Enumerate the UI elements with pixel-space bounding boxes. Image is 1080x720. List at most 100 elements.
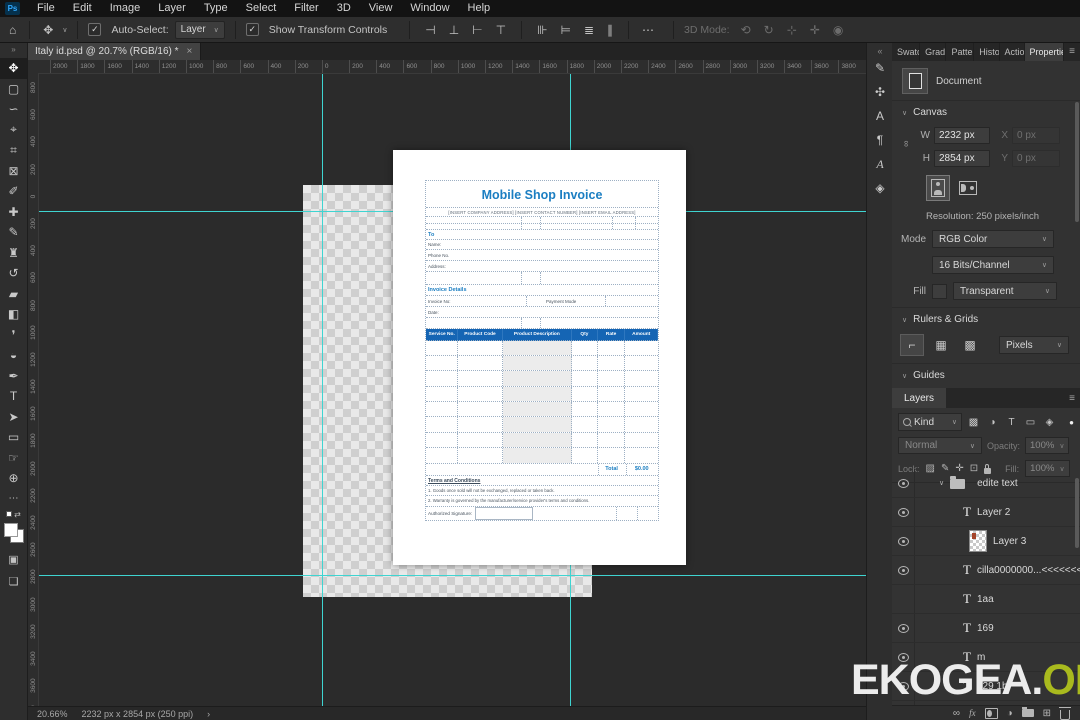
show-transform-checkbox[interactable]: ✓ xyxy=(245,23,259,36)
distribute-horizontal-icon[interactable]: ⊨ xyxy=(558,23,574,37)
align-left-edges-icon[interactable]: ⊣ xyxy=(422,23,438,37)
menu-item[interactable]: Help xyxy=(459,0,500,17)
align-top-edges-icon[interactable]: ⊤ xyxy=(493,23,509,37)
distribute-spacing-icon[interactable]: ∥ xyxy=(604,23,616,37)
layer-name[interactable]: Layer 3 xyxy=(993,536,1026,547)
link-layers-icon[interactable]: ∞ xyxy=(953,708,960,719)
object-selection-tool[interactable]: ⌖ xyxy=(0,120,27,141)
screen-mode-icon[interactable]: ❏ xyxy=(0,575,27,588)
swap-colors-icon[interactable]: ⇄ xyxy=(14,510,21,519)
rulers-toggle-icon[interactable]: ⌐ xyxy=(900,334,924,356)
eye-visibility-toggle[interactable] xyxy=(892,527,915,555)
panel-tab[interactable]: Patter xyxy=(946,42,975,61)
clone-stamp-tool[interactable]: ♜ xyxy=(0,243,27,264)
layer-row[interactable]: ∨ cilla0000000...<<<<<<<<0 d xyxy=(892,556,1080,585)
menu-item[interactable]: 3D xyxy=(328,0,360,17)
layer-name[interactable]: 1aa xyxy=(977,594,994,605)
eye-visibility-toggle[interactable] xyxy=(892,585,915,613)
panel-tab[interactable]: Actio xyxy=(1000,42,1025,61)
layer-effects-icon[interactable]: fx xyxy=(969,708,976,718)
menu-item[interactable]: View xyxy=(360,0,402,17)
panel-tab[interactable]: Histo xyxy=(974,42,1000,61)
align-bottom-edges-icon[interactable]: ⊪ xyxy=(534,23,550,37)
edit-toolbar-icon[interactable]: ⋯ xyxy=(0,493,27,504)
menu-item[interactable]: Select xyxy=(237,0,286,17)
gradient-tool[interactable]: ◧ xyxy=(0,304,27,325)
rectangle-tool[interactable]: ▭ xyxy=(0,427,27,448)
type-tool[interactable]: T xyxy=(0,386,27,407)
layers-panel-menu-icon[interactable]: ≡ xyxy=(1064,388,1080,408)
layer-mask-icon[interactable] xyxy=(984,707,998,719)
caret-icon[interactable]: ∨ xyxy=(939,479,944,487)
layer-row[interactable]: ∨ 169 xyxy=(892,614,1080,643)
close-icon[interactable]: × xyxy=(187,46,193,57)
rulers-grids-section-header[interactable]: ∨ Rulers & Grids xyxy=(892,308,1080,327)
eye-visibility-toggle[interactable] xyxy=(892,556,915,584)
align-horizontal-centers-icon[interactable]: ⊥ xyxy=(446,23,462,37)
height-field[interactable]: 2854 px xyxy=(934,149,990,167)
filter-pixel-layers-icon[interactable]: ▩ xyxy=(966,414,981,430)
filter-adjustment-layers-icon[interactable]: ◑ xyxy=(985,414,1000,430)
landscape-orientation-button[interactable] xyxy=(956,175,980,201)
grid-toggle-icon[interactable]: ▦ xyxy=(929,334,953,356)
3d-camera-icon[interactable]: ◉ xyxy=(830,23,846,37)
brush-settings-panel-icon[interactable]: ✎ xyxy=(867,56,893,80)
expand-panels-icon[interactable]: « xyxy=(867,42,893,56)
brush-tool[interactable]: ✎ xyxy=(0,222,27,243)
fill-checkbox[interactable] xyxy=(932,283,947,299)
layer-row[interactable]: ∨ Layer 3 xyxy=(892,527,1080,556)
menu-item[interactable]: File xyxy=(28,0,64,17)
canvas-section-header[interactable]: ∨ Canvas xyxy=(892,101,1080,120)
3d-panel-icon[interactable]: ◈ xyxy=(867,176,893,200)
crop-tool[interactable]: ⌗ xyxy=(0,140,27,161)
menu-item[interactable]: Filter xyxy=(285,0,327,17)
eraser-tool[interactable]: ▰ xyxy=(0,284,27,305)
document-icon[interactable] xyxy=(902,68,928,94)
lasso-tool[interactable]: ∽ xyxy=(0,99,27,120)
eye-visibility-toggle[interactable] xyxy=(892,498,915,526)
3d-pan-icon[interactable]: ⊹ xyxy=(784,23,800,37)
bit-depth-dropdown[interactable]: 16 Bits/Channel ∨ xyxy=(932,256,1054,274)
distribute-vertical-icon[interactable]: ≣ xyxy=(581,23,597,37)
layer-row[interactable]: ∨ Layer 2 xyxy=(892,498,1080,527)
canvas-viewport[interactable]: Mobile Shop Invoice [INSERT COMPANY ADDR… xyxy=(38,74,866,706)
layer-name[interactable]: Layer 2 xyxy=(977,507,1010,518)
color-mode-dropdown[interactable]: RGB Color ∨ xyxy=(932,230,1054,248)
new-group-icon[interactable] xyxy=(1021,707,1034,717)
default-colors-icon[interactable] xyxy=(6,511,13,517)
auto-select-target-dropdown[interactable]: Layer ∨ xyxy=(174,20,225,39)
layer-name[interactable]: cilla0000000...<<<<<<<<0 d xyxy=(977,565,1080,576)
paragraph-panel-icon[interactable]: ¶ xyxy=(867,128,893,152)
delete-layer-icon[interactable] xyxy=(1059,706,1071,720)
filter-type-layers-icon[interactable]: T xyxy=(1004,414,1019,430)
link-dimensions-icon[interactable]: ∞ xyxy=(902,140,912,153)
filter-toggle-icon[interactable]: ● xyxy=(1069,418,1074,427)
path-selection-tool[interactable]: ➤ xyxy=(0,407,27,428)
menu-item[interactable]: Window xyxy=(401,0,458,17)
pixel-grid-toggle-icon[interactable]: ▩ xyxy=(958,334,982,356)
adjustment-layer-icon[interactable]: ◑ xyxy=(1007,708,1013,719)
frame-tool[interactable]: ⊠ xyxy=(0,161,27,182)
filter-shape-layers-icon[interactable]: ▭ xyxy=(1023,414,1038,430)
width-field[interactable]: 2232 px xyxy=(934,126,990,144)
guide-horizontal[interactable] xyxy=(38,575,866,576)
align-right-edges-icon[interactable]: ⊢ xyxy=(469,23,485,37)
layer-row[interactable]: ∨ edite text xyxy=(892,469,1080,498)
document-tab[interactable]: Italy id.psd @ 20.7% (RGB/16) * × xyxy=(27,42,202,60)
layers-tab[interactable]: Layers xyxy=(892,388,947,408)
pen-tool[interactable]: ✒ xyxy=(0,366,27,387)
tool-presets-panel-icon[interactable]: ✣ xyxy=(867,80,893,104)
layer-name[interactable]: 169 xyxy=(977,623,994,634)
zoom-tool[interactable]: ⊕ xyxy=(0,468,27,489)
home-icon[interactable]: ⌂ xyxy=(6,23,19,37)
history-brush-tool[interactable]: ↺ xyxy=(0,263,27,284)
portrait-orientation-button[interactable] xyxy=(926,175,950,201)
ruler-units-dropdown[interactable]: Pixels ∨ xyxy=(999,336,1069,354)
menu-item[interactable]: Image xyxy=(101,0,150,17)
layer-filter-dropdown[interactable]: Kind ∨ xyxy=(898,413,962,431)
horizontal-ruler[interactable]: 2000 1800 1600 1400 1200 1000 800 600 40… xyxy=(38,60,866,74)
dodge-tool[interactable]: ◒ xyxy=(0,345,27,366)
panel-tab[interactable]: Properties xyxy=(1024,42,1065,61)
zoom-level[interactable]: 20.66% xyxy=(37,709,68,719)
foreground-color-swatch[interactable] xyxy=(3,522,18,537)
